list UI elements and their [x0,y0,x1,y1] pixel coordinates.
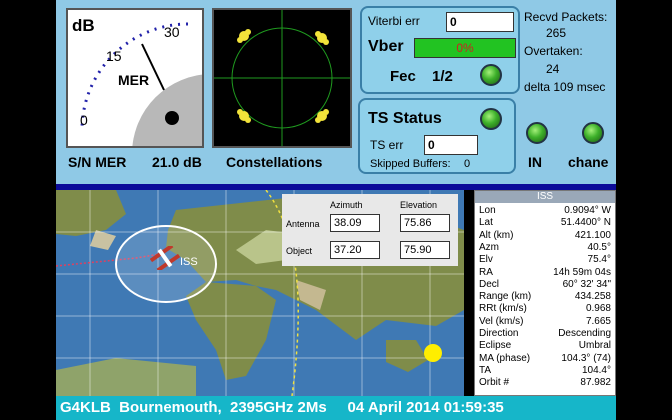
ts-status-led [480,108,502,130]
iss-row: MA (phase) 104.3° (74) [479,353,611,364]
map-iss-label: ISS [180,256,198,268]
in-led [526,122,548,144]
iss-row-label: Range (km) [479,291,532,303]
vber-bar: 0% [414,38,516,58]
iss-row: RRt (km/s) 0.968 [479,303,611,314]
iss-row: Elv 75.4° [479,254,611,265]
delta-label: delta 109 msec [524,80,606,94]
iss-row-label: RA [479,266,493,278]
iss-row: Eclipse Umbral [479,340,611,351]
object-azimuth-field[interactable]: 37.20 [330,241,380,259]
fec-value: 1/2 [432,68,453,85]
meter-scale-min: 0 [80,112,88,128]
vber-label: Vber [368,38,404,55]
iss-row-value: 0.968 [585,303,611,315]
iss-row-value: Umbral [578,340,611,352]
constellation-plot [214,10,350,146]
meter-scale-mid: 15 [106,48,122,64]
az-el-tracker: Azimuth Elevation Antenna 38.09 75.86 Ob… [282,194,458,266]
antenna-elevation-field[interactable]: 75.86 [400,214,450,232]
iss-row-value: Descending [558,328,611,339]
iss-data-panel: ISS Lon 0.9094° W Lat 51.4400° N Alt (km) 421… [474,190,616,396]
sn-mer-label: S/N MER [68,154,127,170]
chanel-led [582,122,604,144]
antenna-azimuth-field[interactable]: 38.09 [330,214,380,232]
iss-row: Lon 0.9094° W [479,205,611,216]
iss-row: TA 104.4° [479,365,611,376]
iss-row: RA 14h 59m 04s [479,267,611,278]
iss-row-label: Eclipse [479,340,512,352]
ts-err-field: 0 [424,135,478,155]
iss-row-value: 40.5° [587,241,611,253]
mer-meter: dB 30 15 0 MER [66,8,204,148]
ts-status-box: TS Status TS err 0 Skipped Buffers: 0 [358,98,516,174]
meter-scale-max: 30 [164,24,180,40]
meter-unit-label: dB [72,16,95,35]
caption-bar: G4KLB Bournemouth, 2395GHz 2Ms 04 April … [56,396,616,420]
iss-row-value: 0.9094° W [564,205,611,216]
iss-row-value: 14h 59m 04s [553,266,611,278]
iss-satellite-icon [149,243,181,273]
constellations-label: Constellations [226,154,323,170]
skipped-buffers-label: Skipped Buffers: [370,158,451,170]
iss-row-value: 75.4° [587,254,611,266]
iss-row-label: Azm [479,241,499,253]
iss-row-label: Lat [479,217,493,229]
fec-label: Fec [390,68,416,85]
skipped-buffers-value: 0 [464,158,471,170]
chanel-label: chane [568,154,609,170]
constellation-display [212,8,352,148]
iss-row-label: RRt (km/s) [479,303,527,315]
iss-row-value: 87.982 [580,377,611,389]
iss-row-label: Direction [479,328,519,339]
iss-row-label: Lon [479,205,496,216]
elevation-label: Elevation [400,200,438,210]
iss-row-value: 421.100 [574,229,611,241]
iss-panel-title: ISS [475,191,615,203]
iss-row-label: TA [479,364,492,376]
iss-row: Alt (km) 421.100 [479,230,611,241]
caption-text: G4KLB Bournemouth, 2395GHz 2Ms 04 April … [60,399,504,416]
meter-name: MER [118,72,150,88]
in-label: IN [528,154,542,170]
fec-lock-led [480,64,502,86]
iss-row: Vel (km/s) 7.665 [479,316,611,327]
iss-row-value: 434.258 [574,291,611,303]
recvd-packets-value: 265 [546,26,567,40]
antenna-label: Antenna [286,219,320,229]
azimuth-label: Azimuth [330,200,363,210]
object-label: Object [286,246,313,256]
overtaken-value: 24 [546,62,560,76]
iss-row-label: Elv [479,254,493,266]
iss-row: Decl 60° 32' 34" [479,279,611,290]
iss-row-value: 104.4° [581,364,611,376]
viterbi-box: Viterbi err 0 Vber 0% Fec 1/2 [360,6,520,94]
iss-row-value: 7.665 [585,315,611,327]
iss-row: Lat 51.4400° N [479,217,611,228]
sn-mer-value: 21.0 dB [152,154,202,170]
iss-row: Direction Descending [479,328,611,339]
recvd-packets-label: Recvd Packets: [524,10,608,24]
iss-row-value: 60° 32' 34" [562,278,611,290]
viterbi-err-label: Viterbi err [368,14,420,28]
dvb-status-panel: dB 30 15 0 MER S/N MER 21.0 dB Constella… [56,0,616,184]
ts-status-label: TS Status [368,110,442,127]
iss-row-label: MA (phase) [479,352,531,364]
iss-row-value: 51.4400° N [560,217,611,229]
iss-row: Azm 40.5° [479,242,611,253]
iss-row-label: Decl [479,278,500,290]
iss-row-label: Alt (km) [479,229,514,241]
object-elevation-field[interactable]: 75.90 [400,241,450,259]
overtaken-label: Overtaken: [524,44,583,58]
iss-row: Range (km) 434.258 [479,291,611,302]
iss-row-label: Orbit # [479,377,510,389]
iss-row-label: Vel (km/s) [479,315,524,327]
iss-row: Orbit # 87.982 [479,377,611,388]
ts-err-label: TS err [370,138,404,152]
iss-row-value: 104.3° (74) [561,352,611,364]
viterbi-err-field: 0 [446,12,514,32]
